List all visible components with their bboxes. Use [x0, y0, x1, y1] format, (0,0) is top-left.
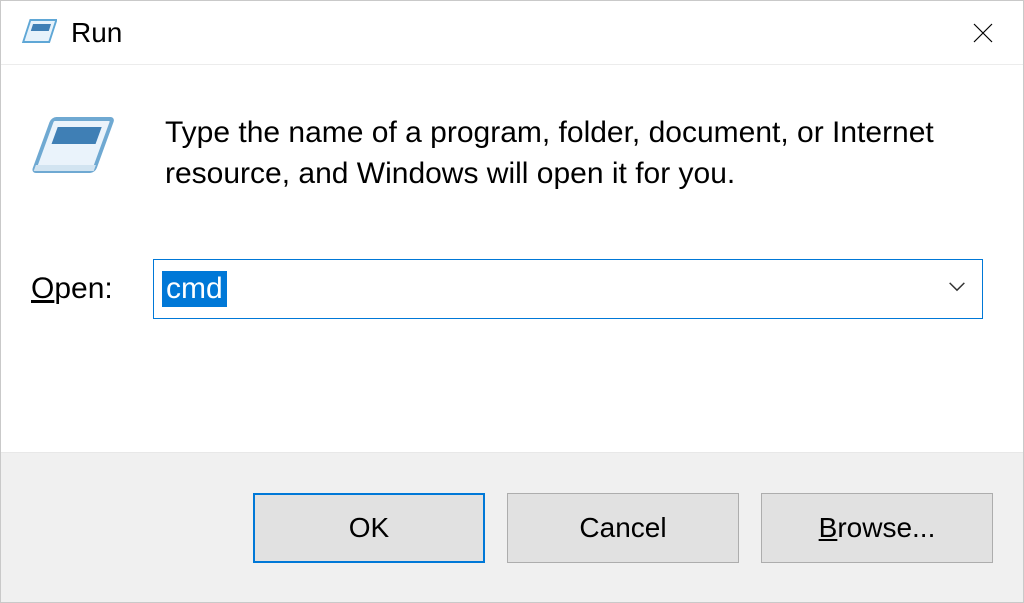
open-combobox[interactable]: cmd [153, 259, 983, 319]
close-button[interactable] [953, 3, 1013, 63]
dialog-body: Type the name of a program, folder, docu… [1, 65, 1023, 452]
titlebar: Run [1, 1, 1023, 65]
run-icon-small [21, 18, 57, 48]
browse-button[interactable]: Browse... [761, 493, 993, 563]
instruction-text: Type the name of a program, folder, docu… [165, 113, 983, 194]
run-dialog: Run Type the name of a program, folder, … [0, 0, 1024, 603]
window-title: Run [71, 17, 122, 49]
open-input-value[interactable]: cmd [162, 271, 227, 307]
chevron-down-icon[interactable] [946, 276, 968, 303]
ok-button[interactable]: OK [253, 493, 485, 563]
open-label: Open: [31, 272, 153, 306]
dialog-footer: OK Cancel Browse... [1, 452, 1023, 602]
run-icon [31, 107, 121, 197]
cancel-button[interactable]: Cancel [507, 493, 739, 563]
